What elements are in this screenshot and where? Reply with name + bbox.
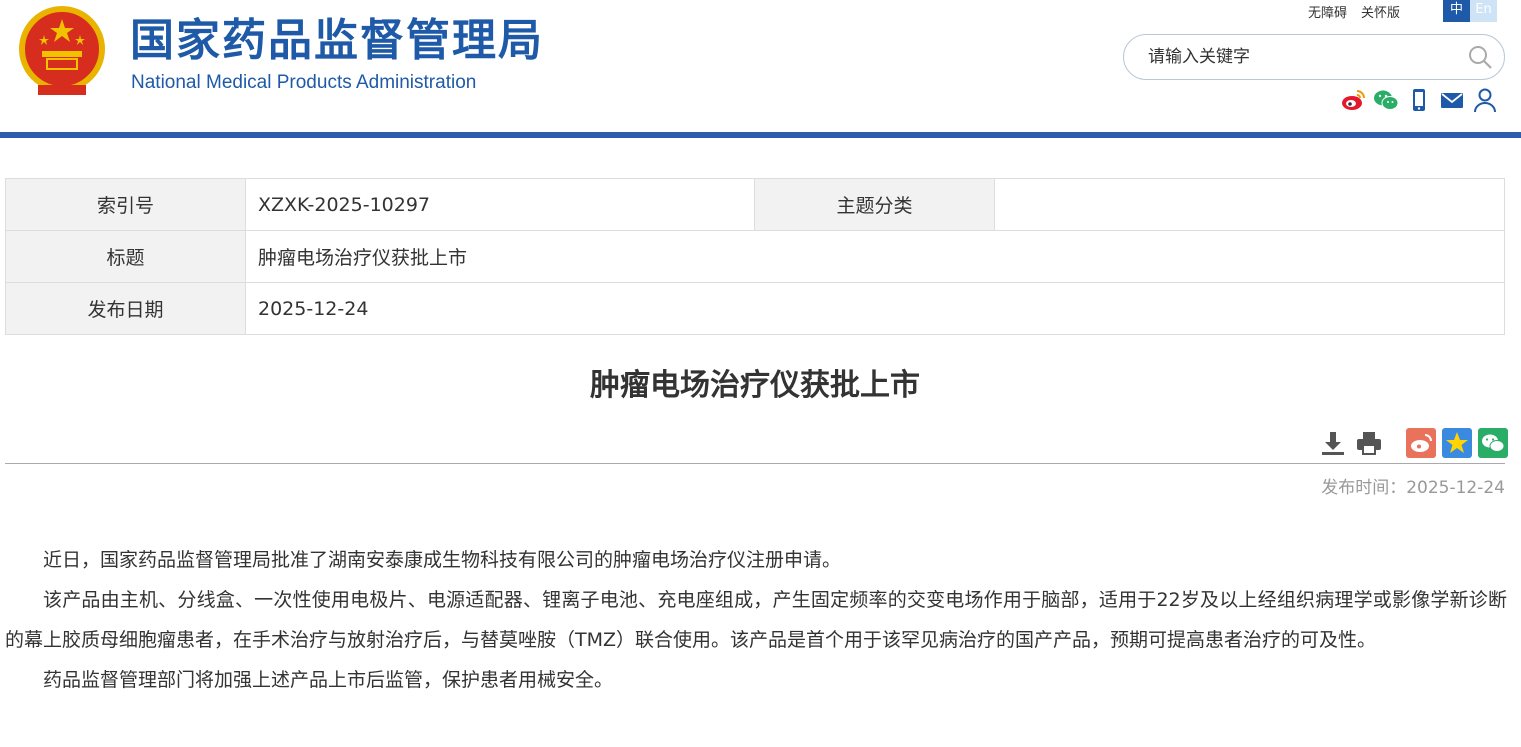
- index-value: XZXK-2025-10297: [246, 179, 755, 230]
- share-wechat-icon[interactable]: [1478, 428, 1508, 458]
- elderly-mode-link[interactable]: 关怀版: [1361, 2, 1400, 21]
- lang-en-button[interactable]: En: [1470, 0, 1497, 22]
- share-favorite-icon[interactable]: [1442, 428, 1472, 458]
- title-label: 标题: [6, 231, 246, 282]
- search-input[interactable]: [1148, 45, 1448, 69]
- header-divider-bar: [0, 132, 1521, 138]
- article-tools: [1318, 428, 1514, 458]
- accessibility-link[interactable]: 无障碍: [1308, 2, 1347, 21]
- info-row-title: 标题 肿瘤电场治疗仪获批上市: [6, 231, 1505, 283]
- social-links: [1340, 87, 1505, 113]
- date-value: 2025-12-24: [246, 283, 1505, 334]
- paragraph: 近日，国家药品监督管理局批准了湖南安泰康成生物科技有限公司的肿瘤电场治疗仪注册申…: [43, 549, 842, 571]
- info-table: 索引号 XZXK-2025-10297 主题分类 标题 肿瘤电场治疗仪获批上市 …: [5, 178, 1505, 335]
- wechat-icon[interactable]: [1373, 87, 1399, 113]
- print-icon[interactable]: [1354, 428, 1384, 458]
- article-body: 近日，国家药品监督管理局批准了湖南安泰康成生物科技有限公司的肿瘤电场治疗仪注册申…: [5, 540, 1507, 700]
- user-icon[interactable]: [1472, 87, 1498, 113]
- publish-time: 发布时间：2025-12-24: [1321, 478, 1505, 498]
- search-icon[interactable]: [1466, 43, 1494, 71]
- paragraph: 药品监督管理部门将加强上述产品上市后监管，保护患者用械安全。: [43, 669, 614, 691]
- download-icon[interactable]: [1318, 428, 1348, 458]
- paragraph: 该产品由主机、分线盒、一次性使用电极片、电源适配器、锂离子电池、充电座组成，产生…: [5, 589, 1507, 651]
- language-switch: 中 En: [1443, 0, 1497, 22]
- mail-icon[interactable]: [1439, 87, 1465, 113]
- share-weibo-icon[interactable]: [1406, 428, 1436, 458]
- topic-label: 主题分类: [755, 179, 995, 230]
- date-label: 发布日期: [6, 283, 246, 334]
- topic-value: [995, 179, 1505, 230]
- national-emblem-icon[interactable]: [18, 5, 106, 97]
- site-header: 国家药品监督管理局 National Medical Products Admi…: [0, 0, 1521, 134]
- site-logo-cn[interactable]: 国家药品监督管理局: [130, 14, 544, 68]
- article-title: 肿瘤电场治疗仪获批上市: [590, 368, 920, 403]
- index-label: 索引号: [6, 179, 246, 230]
- mobile-icon[interactable]: [1406, 87, 1432, 113]
- search-box: [1123, 34, 1505, 80]
- title-value: 肿瘤电场治疗仪获批上市: [246, 231, 1505, 282]
- site-logo-en[interactable]: National Medical Products Administration: [131, 71, 476, 95]
- info-row-index: 索引号 XZXK-2025-10297 主题分类: [6, 179, 1505, 231]
- top-links: 无障碍 关怀版: [1308, 0, 1414, 22]
- title-divider: [5, 463, 1505, 464]
- lang-zh-button[interactable]: 中: [1443, 0, 1470, 22]
- info-row-date: 发布日期 2025-12-24: [6, 283, 1505, 335]
- weibo-icon[interactable]: [1340, 87, 1366, 113]
